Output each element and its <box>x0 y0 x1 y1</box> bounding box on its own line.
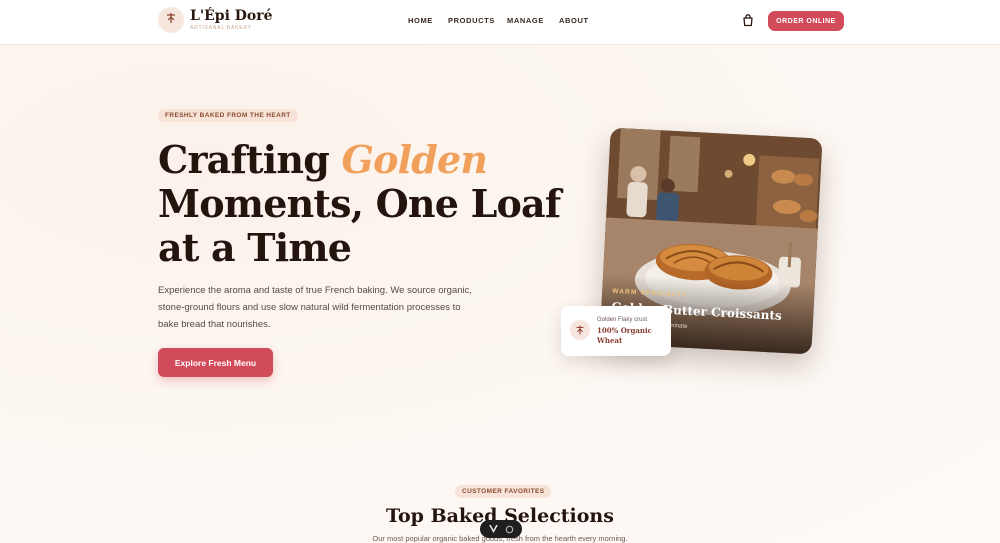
favorites-kicker-badge: CUSTOMER FAVORITES <box>455 485 552 498</box>
floating-dev-toolbar <box>480 520 522 538</box>
hero-kicker-badge: FRESHLY BAKED FROM THE HEART <box>158 109 298 122</box>
nav-item-manage[interactable]: MANAGE <box>507 16 544 25</box>
nav-item-home[interactable]: HOME <box>408 16 433 25</box>
hero-description: Experience the aroma and taste of true F… <box>158 285 473 330</box>
hero-title: Crafting Golden Moments, One Loaf at a T… <box>158 138 578 270</box>
logo-badge[interactable] <box>158 7 184 33</box>
wheat-icon <box>570 320 590 340</box>
nav-item-products[interactable]: PRODUCTS <box>448 16 495 25</box>
shopping-bag-icon[interactable] <box>741 13 755 27</box>
badge-caption: Golden Flaky crust <box>597 317 648 323</box>
vue-logo-icon[interactable] <box>488 524 498 534</box>
organic-wheat-badge: Golden Flaky crust 100% Organic Wheat <box>561 306 671 356</box>
brand-name[interactable]: L'Épi Doré <box>190 8 273 24</box>
brand-tagline: ARTISANAL BAKERY <box>190 25 252 31</box>
hero-title-part1: Crafting <box>158 137 342 182</box>
badge-headline: 100% Organic Wheat <box>597 326 652 345</box>
nav-item-about[interactable]: ABOUT <box>559 16 589 25</box>
target-icon[interactable] <box>504 524 514 534</box>
hero-title-part2: Moments, One Loaf at a Time <box>158 181 561 270</box>
order-online-button[interactable]: ORDER ONLINE <box>768 11 844 31</box>
explore-menu-button[interactable]: Explore Fresh Menu <box>158 348 273 377</box>
wheat-icon <box>164 11 178 30</box>
site-header: L'Épi Doré ARTISANAL BAKERY HOME PRODUCT… <box>0 0 1000 45</box>
hero-title-highlight: Golden <box>341 137 488 182</box>
